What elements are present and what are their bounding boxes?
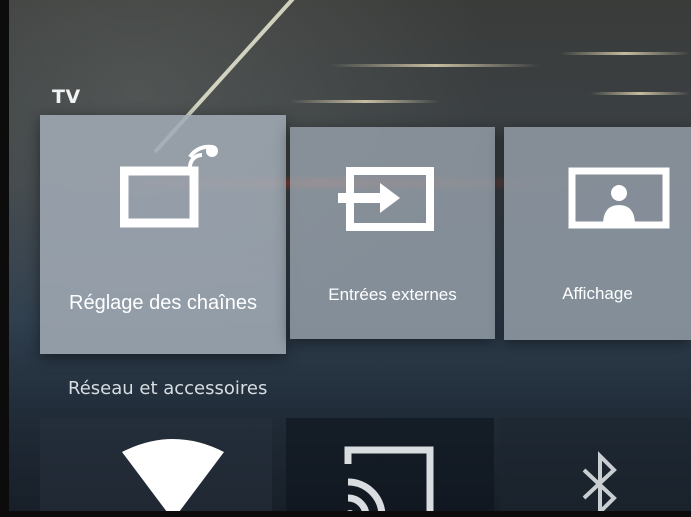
cast-tile[interactable]: [286, 418, 494, 517]
light-streak: [290, 100, 440, 103]
wifi-tile[interactable]: [40, 418, 272, 517]
tv-settings-screen: TV Réglage des chaînes Entrées externes …: [0, 0, 691, 517]
display-picture-icon: [568, 167, 670, 229]
screen-bezel: [0, 0, 9, 517]
display-label: Affichage: [562, 284, 633, 303]
light-streak: [590, 92, 690, 95]
section-title-network: Réseau et accessoires: [68, 378, 268, 399]
bluetooth-icon: [582, 451, 617, 517]
light-streak: [330, 64, 540, 67]
tv-antenna-icon: [120, 144, 218, 228]
wifi-icon: [122, 439, 224, 517]
screen-bezel: [0, 511, 691, 517]
channel-setup-label: Réglage des chaînes: [69, 292, 257, 314]
display-card[interactable]: Affichage: [504, 127, 691, 340]
external-inputs-card[interactable]: Entrées externes: [290, 127, 495, 339]
section-title-tv: TV: [52, 86, 81, 108]
cast-icon: [344, 446, 434, 517]
input-source-icon: [338, 167, 434, 231]
bluetooth-tile[interactable]: [500, 418, 691, 517]
light-streak: [560, 52, 690, 55]
external-inputs-label: Entrées externes: [328, 285, 457, 304]
channel-setup-card[interactable]: Réglage des chaînes: [40, 115, 286, 354]
